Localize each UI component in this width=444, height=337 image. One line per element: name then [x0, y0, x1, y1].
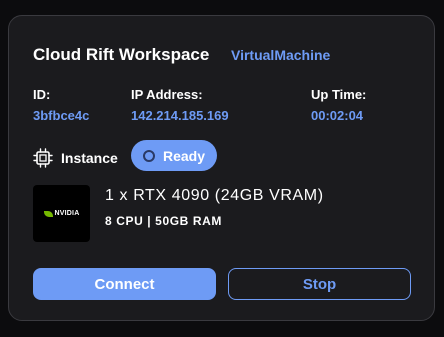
uptime-value: 00:02:04 — [311, 108, 364, 123]
stop-button[interactable]: Stop — [228, 268, 411, 300]
connect-button[interactable]: Connect — [33, 268, 216, 300]
ip-address-label: IP Address: — [131, 87, 203, 102]
id-label: ID: — [33, 87, 51, 102]
ip-address-value: 142.214.185.169 — [131, 108, 229, 123]
workspace-card: Cloud Rift Workspace VirtualMachine ID: … — [8, 15, 435, 321]
status-badge: Ready — [131, 140, 217, 171]
id-value: 3bfbce4c — [33, 108, 90, 123]
nvidia-eye-icon — [43, 210, 53, 217]
gpu-description: 1 x RTX 4090 (24GB VRAM) — [105, 187, 324, 204]
nvidia-logo: NVIDIA — [33, 185, 90, 242]
workspace-type: VirtualMachine — [231, 47, 331, 63]
status-text: Ready — [163, 147, 206, 164]
uptime-label: Up Time: — [311, 87, 367, 102]
machine-spec: 8 CPU | 50GB RAM — [105, 214, 222, 228]
nvidia-logo-text: NVIDIA — [54, 210, 80, 217]
status-ring-icon — [143, 149, 155, 162]
workspace-title: Cloud Rift Workspace — [33, 45, 210, 64]
instance-label: Instance — [61, 150, 118, 166]
cpu-chip-icon — [33, 148, 53, 168]
